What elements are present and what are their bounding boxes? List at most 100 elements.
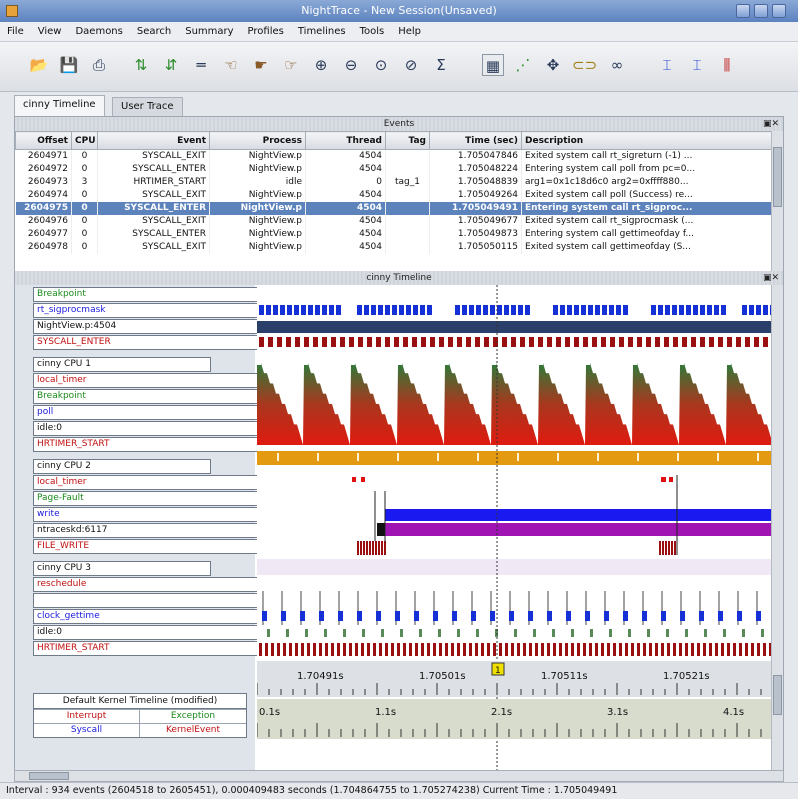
timeline-row-label[interactable]: Breakpoint xyxy=(33,389,261,404)
menu-profiles[interactable]: Profiles xyxy=(241,22,291,42)
daemon-stop-icon[interactable]: ⇵ xyxy=(160,54,182,76)
zoom-reset-icon[interactable]: ⊘ xyxy=(400,54,422,76)
tab-user-trace[interactable]: User Trace xyxy=(112,97,183,116)
timeline-row-label[interactable]: write xyxy=(33,507,261,522)
timeline-row-label[interactable]: NightView.p:4504 xyxy=(33,319,261,334)
menu-timelines[interactable]: Timelines xyxy=(291,22,353,42)
table-row[interactable]: 2604971 0 SYSCALL_EXIT NightView.p 4504 1.705… xyxy=(15,149,772,163)
maximize-button[interactable] xyxy=(754,4,768,18)
timeline-row-label[interactable]: rt_sigprocmask xyxy=(33,303,261,318)
timeline-row-label[interactable]: HRTIMER_START xyxy=(33,641,261,656)
menu-daemons[interactable]: Daemons xyxy=(68,22,129,42)
timeline-scrollbar[interactable] xyxy=(771,285,783,771)
graph-icon[interactable]: ✥ xyxy=(542,54,564,76)
table-row[interactable]: 2604973 3 HRTIMER_START idle 0 tag_1 1.7050488… xyxy=(15,175,772,189)
col-description-header[interactable]: Description xyxy=(521,131,772,150)
cell-offset: 2604975 xyxy=(15,201,72,215)
event-mark xyxy=(268,337,273,347)
hrtimer-start-mark xyxy=(301,643,304,656)
cell-event: SYSCALL_EXIT xyxy=(97,214,210,228)
timeline-row-label[interactable] xyxy=(33,593,261,608)
syscall-mark xyxy=(756,305,761,315)
table-row[interactable]: 2604974 0 SYSCALL_EXIT NightView.p 4504 1.705… xyxy=(15,188,772,202)
idle-mark xyxy=(628,629,631,637)
zoom-in-icon[interactable]: ⊕ xyxy=(310,54,332,76)
cpu-group-label[interactable]: cinny CPU 1 xyxy=(33,357,211,372)
menu-summary[interactable]: Summary xyxy=(178,22,240,42)
timeline-detach-icon[interactable]: ▣✕ xyxy=(763,271,779,285)
hand-select-icon[interactable]: ☛ xyxy=(250,54,272,76)
zoom-out-icon[interactable]: ⊖ xyxy=(340,54,362,76)
timeline-row-label[interactable]: clock_gettime xyxy=(33,609,261,624)
timeline-row-label[interactable]: idle:0 xyxy=(33,625,261,640)
close-button[interactable] xyxy=(772,4,786,18)
timeline-row-label[interactable]: ntraceskd:6117 xyxy=(33,523,261,538)
table-row[interactable]: 2604977 0 SYSCALL_ENTER NightView.p 4504 1.70… xyxy=(15,227,772,241)
col-time-header[interactable]: Time (sec) xyxy=(429,131,522,150)
col-thread-header[interactable]: Thread xyxy=(305,131,386,150)
tag-icon[interactable]: ⊂⊃ xyxy=(572,54,597,76)
hrtimer-start-mark xyxy=(589,643,592,656)
table-row[interactable]: 2604976 0 SYSCALL_EXIT NightView.p 4504 1.705… xyxy=(15,214,772,228)
table-row[interactable]: 2604978 0 SYSCALL_EXIT NightView.p 4504 1.705… xyxy=(15,240,772,254)
save-icon[interactable]: 💾 xyxy=(58,54,80,76)
timeline-row-label[interactable]: local_timer xyxy=(33,475,261,490)
col-cpu-header[interactable]: CPU xyxy=(71,131,98,150)
open-folder-icon[interactable]: 📂 xyxy=(28,54,50,76)
col-process-header[interactable]: Process xyxy=(209,131,306,150)
hand-right-icon[interactable]: ☞ xyxy=(280,54,302,76)
timeline-row-label[interactable]: Page-Fault xyxy=(33,491,261,506)
menu-tools[interactable]: Tools xyxy=(353,22,392,42)
minimize-button[interactable] xyxy=(736,4,750,18)
cpu-group-label[interactable]: cinny CPU 3 xyxy=(33,561,211,576)
event-mark xyxy=(664,337,669,347)
table-row[interactable]: 2604975 0 SYSCALL_ENTER NightView.p 4504 1.70… xyxy=(15,201,772,215)
table-view-icon[interactable]: ▦ xyxy=(482,54,504,76)
timeline-row-label[interactable]: FILE_WRITE xyxy=(33,539,261,554)
cell-offset: 2604971 xyxy=(15,149,72,163)
col-tag-header[interactable]: Tag xyxy=(385,131,430,150)
pane-detach-icon[interactable]: ▣✕ xyxy=(763,117,779,131)
cpu-group-label[interactable]: cinny CPU 2 xyxy=(33,459,211,474)
cell-desc: Exited system call poll (Success) re... xyxy=(521,188,772,202)
menu-help[interactable]: Help xyxy=(391,22,428,42)
horizontal-scrollbar[interactable] xyxy=(14,770,784,782)
tab-cinny-timeline[interactable]: cinny Timeline xyxy=(14,95,105,116)
equals-icon[interactable]: ═ xyxy=(190,54,212,76)
cell-tag xyxy=(385,240,430,254)
menu-search[interactable]: Search xyxy=(130,22,178,42)
timeline-row-label[interactable]: idle:0 xyxy=(33,421,261,436)
table-row[interactable]: 2604972 0 SYSCALL_ENTER NightView.p 4504 1.70… xyxy=(15,162,772,176)
syscall-mark xyxy=(287,305,292,315)
timeline-row-label[interactable]: HRTIMER_START xyxy=(33,437,261,452)
timeline-row-label[interactable]: local_timer xyxy=(33,373,261,388)
clock-gettime-mark xyxy=(623,611,628,621)
hrtimer-start-mark xyxy=(733,643,736,656)
menu-file[interactable]: File xyxy=(0,22,31,42)
col-offset-header[interactable]: Offset xyxy=(15,131,72,150)
marker-b-icon[interactable]: ⌶ xyxy=(686,54,708,76)
hrtimer-start-mark xyxy=(637,643,640,656)
hrtimer-start-mark xyxy=(763,643,766,656)
daemon-start-icon[interactable]: ⇅ xyxy=(130,54,152,76)
timeline-row-label[interactable]: poll xyxy=(33,405,261,420)
events-scrollbar[interactable] xyxy=(771,131,783,271)
timeline-row-label[interactable]: SYSCALL_ENTER xyxy=(33,335,261,350)
link-icon[interactable]: ∞ xyxy=(606,54,628,76)
hrtimer-start-mark xyxy=(475,643,478,656)
zoom-fit-icon[interactable]: ⊙ xyxy=(370,54,392,76)
hand-left-icon[interactable]: ☜ xyxy=(220,54,242,76)
timeline-plot[interactable]: 1.70491s 1.70501s 1.70511s 1.70521s 1 0.1s 1.1… xyxy=(257,285,771,771)
timeline-row-label[interactable]: reschedule xyxy=(33,577,261,592)
hrtimer-start-mark xyxy=(631,643,634,656)
timeline-pane-title: cinny Timeline xyxy=(366,273,432,283)
node-icon[interactable]: ⋰ xyxy=(512,54,534,76)
print-icon[interactable]: ⎙ xyxy=(88,54,110,76)
col-event-header[interactable]: Event xyxy=(97,131,210,150)
clock-gettime-mark xyxy=(433,611,438,621)
sigma-icon[interactable]: Σ xyxy=(430,54,452,76)
timeline-row-label[interactable]: Breakpoint xyxy=(33,287,261,302)
menu-view[interactable]: View xyxy=(31,22,69,42)
marker-c-icon[interactable]: ⫼ xyxy=(716,54,738,76)
marker-a-icon[interactable]: ⌶ xyxy=(656,54,678,76)
